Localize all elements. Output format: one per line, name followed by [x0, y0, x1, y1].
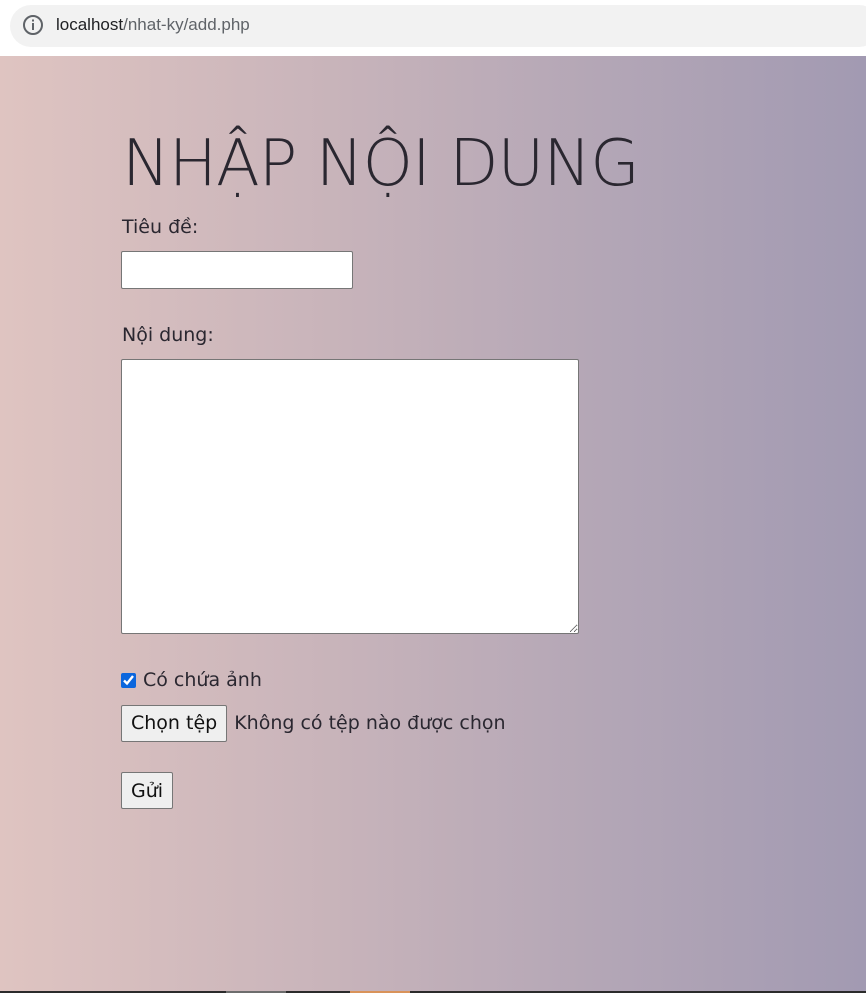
has-image-checkbox[interactable]: [121, 672, 136, 688]
title-input[interactable]: [121, 251, 353, 289]
page-title: NHẬP NỘI DUNG: [122, 127, 640, 201]
url-path: /nhat-ky/add.php: [123, 15, 250, 34]
has-image-label[interactable]: Có chứa ảnh: [143, 668, 262, 692]
url-host: localhost: [56, 15, 124, 34]
url-text[interactable]: localhost/nhat-ky/add.php: [56, 14, 250, 36]
browser-toolbar: localhost/nhat-ky/add.php: [0, 0, 866, 56]
has-image-row: Có chứa ảnh: [121, 668, 262, 692]
file-status: Không có tệp nào được chọn: [234, 712, 506, 734]
title-label: Tiêu đề:: [122, 216, 199, 238]
info-icon[interactable]: [22, 14, 44, 36]
choose-file-button[interactable]: Chọn tệp: [121, 704, 228, 742]
file-input-row: Chọn tệp Không có tệp nào được chọn: [121, 704, 506, 742]
content-label: Nội dung:: [122, 324, 214, 346]
content-textarea[interactable]: [121, 359, 579, 634]
submit-button[interactable]: Gửi: [121, 772, 174, 809]
